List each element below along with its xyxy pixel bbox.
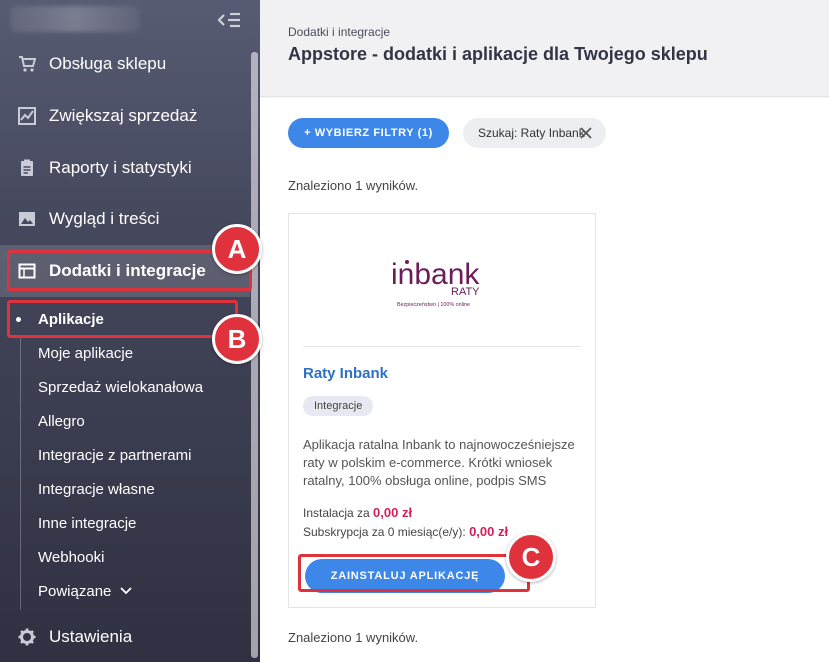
page-header: Dodatki i integracje Appstore - dodatki … (260, 0, 829, 97)
submenu-label: Integracje z partnerami (38, 446, 192, 464)
submenu-label: Inne integracje (38, 514, 137, 532)
subscription-price-row: Subskrypcja za 0 miesiąc(e/y): 0,00 zł (303, 524, 508, 539)
submenu-label: Sprzedaż wielokanałowa (38, 378, 204, 396)
gear-icon (18, 628, 36, 646)
submenu-item-webhooki[interactable]: Webhooki (0, 540, 250, 574)
collapse-sidebar-icon[interactable] (216, 10, 242, 30)
active-dot-icon (16, 317, 21, 322)
sidebar-item-label: Dodatki i integracje (49, 261, 206, 280)
clipboard-icon (18, 159, 36, 177)
install-price-value: 0,00 zł (373, 505, 413, 520)
sidebar-item-obsluga-sklepu[interactable]: Obsługa sklepu (0, 38, 250, 90)
annotation-badge-b: B (212, 314, 262, 364)
subscription-price-value: 0,00 zł (469, 524, 509, 539)
card-divider (303, 346, 581, 347)
submenu-label: Moje aplikacje (38, 344, 134, 362)
store-logo[interactable] (10, 6, 140, 32)
sidebar-item-label: Obsługa sklepu (49, 54, 167, 73)
sidebar-item-label: Raporty i statystyki (49, 158, 192, 177)
submenu-item-integracje-wlasne[interactable]: Integracje własne (0, 472, 250, 506)
app-description: Aplikacja ratalna Inbank to najnowocześn… (303, 437, 575, 488)
window-icon (18, 262, 36, 280)
search-filter-label: Szukaj: Raty Inbank (478, 126, 585, 140)
logo-tagline: Bezpieczeństwo | 100% online (397, 302, 470, 308)
category-tag: Integracje (303, 396, 374, 416)
sidebar-item-label: Ustawienia (49, 627, 133, 646)
chevron-down-icon (120, 587, 133, 595)
sidebar-item-raporty[interactable]: Raporty i statystyki (0, 142, 250, 194)
results-count-bottom: Znaleziono 1 wyników. (288, 630, 419, 645)
sidebar-item-label: Zwiększaj sprzedaż (49, 106, 198, 125)
sidebar-item-label: Wygląd i treści (49, 209, 160, 228)
submenu-item-powiazane[interactable]: Powiązane (0, 574, 250, 608)
install-price-row: Instalacja za 0,00 zł (303, 505, 412, 520)
subscription-price-label: Subskrypcja za 0 miesiąc(e/y): (303, 525, 466, 539)
logo-sub: RATY (451, 286, 480, 298)
submenu-item-allegro[interactable]: Allegro (0, 404, 250, 438)
submenu-item-integracje-z-partnerami[interactable]: Integracje z partnerami (0, 438, 250, 472)
submenu-label: Webhooki (38, 548, 105, 566)
app-title[interactable]: Raty Inbank (303, 365, 388, 382)
install-app-button[interactable]: ZAINSTALUJ APLIKACJĘ (305, 559, 505, 593)
page-title: Appstore - dodatki i aplikacje dla Twoje… (288, 44, 708, 64)
install-price-label: Instalacja za (303, 506, 370, 520)
submenu-label: Powiązane (38, 582, 112, 600)
submenu-item-sprzedaz-wielokanalowa[interactable]: Sprzedaż wielokanałowa (0, 370, 250, 404)
annotation-badge-a: A (212, 224, 262, 274)
submenu-item-inne-integracje[interactable]: Inne integracje (0, 506, 250, 540)
sidebar-item-ustawienia[interactable]: Ustawienia (0, 611, 250, 662)
annotation-badge-c: C (506, 532, 556, 582)
submenu-label: Integracje własne (38, 480, 155, 498)
sidebar-item-zwiekszaj-sprzedaz[interactable]: Zwiększaj sprzedaż (0, 90, 250, 142)
close-icon[interactable] (579, 126, 593, 140)
sidebar-item-wyglad[interactable]: Wygląd i treści (0, 193, 250, 245)
choose-filters-button[interactable]: + WYBIERZ FILTRY (1) (288, 118, 449, 148)
submenu-label: Aplikacje (38, 310, 104, 328)
results-count: Znaleziono 1 wyników. (288, 178, 419, 193)
inbank-logo: inbank RATY Bezpieczeństwo | 100% online (385, 254, 495, 310)
cart-icon (18, 55, 36, 73)
chart-line-icon (18, 107, 36, 125)
image-icon (18, 210, 36, 228)
breadcrumb[interactable]: Dodatki i integracje (288, 25, 390, 39)
search-filter-chip: Szukaj: Raty Inbank (463, 118, 606, 148)
submenu-label: Allegro (38, 412, 85, 430)
